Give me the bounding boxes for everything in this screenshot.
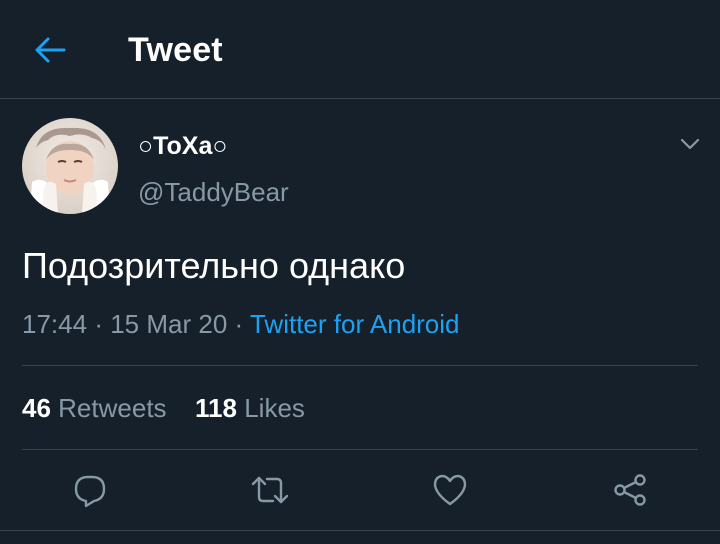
top-bar: Tweet xyxy=(0,0,720,99)
avatar-image xyxy=(22,118,118,214)
arrow-left-icon xyxy=(35,37,66,63)
reply-icon xyxy=(74,475,106,508)
retweet-icon xyxy=(251,476,289,504)
tweet-source-link[interactable]: Twitter for Android xyxy=(250,309,460,339)
tweet-time: 17:44 xyxy=(22,309,88,339)
username-handle[interactable]: @TaddyBear xyxy=(138,176,289,208)
tweet-meta: 17:44 · 15 Mar 20 · Twitter for Android xyxy=(22,306,460,342)
divider xyxy=(0,530,720,531)
share-icon xyxy=(614,474,646,506)
page-title: Tweet xyxy=(128,31,223,69)
likes-stat[interactable]: 118 Likes xyxy=(195,390,305,426)
retweets-count: 46 xyxy=(22,393,51,423)
meta-separator: · xyxy=(94,309,103,339)
retweets-stat[interactable]: 46 Retweets xyxy=(22,390,167,426)
tweet-date: 15 Mar 20 xyxy=(110,309,228,339)
reply-button[interactable] xyxy=(70,470,110,510)
divider xyxy=(22,449,698,450)
tweet-text: Подозрительно однако xyxy=(22,245,406,286)
heart-icon xyxy=(433,474,467,506)
back-button[interactable] xyxy=(30,32,70,68)
like-button[interactable] xyxy=(430,470,470,510)
divider xyxy=(22,365,698,366)
share-button[interactable] xyxy=(610,470,650,510)
display-name[interactable]: ○ToXa○ xyxy=(138,130,227,162)
retweets-label: Retweets xyxy=(58,393,167,423)
tweet-stats: 46 Retweets 118 Likes xyxy=(22,390,305,426)
chevron-down-icon xyxy=(680,138,700,150)
meta-separator: · xyxy=(234,309,244,339)
retweet-button[interactable] xyxy=(250,470,290,510)
likes-label: Likes xyxy=(244,393,305,423)
avatar[interactable] xyxy=(22,118,118,214)
more-options-button[interactable] xyxy=(674,130,706,158)
likes-count: 118 xyxy=(195,393,237,423)
